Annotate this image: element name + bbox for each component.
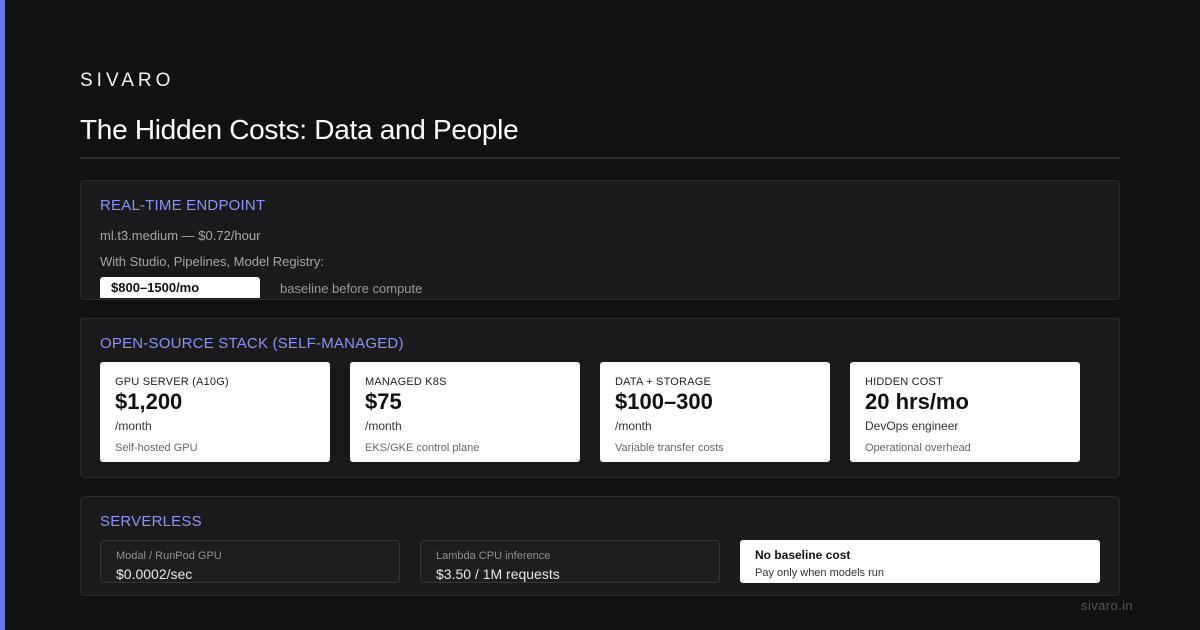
card-unit: /month [365,419,402,433]
card-value: 20 hrs/mo [865,389,969,414]
card-value: $0.0002/sec [116,566,193,582]
card-label: HIDDEN COST [865,376,943,388]
card-value: $75 [365,389,402,414]
card-note: Self-hosted GPU [115,442,198,454]
baseline-cost-pill: $800–1500/mo [100,277,260,298]
title-divider [80,157,1120,159]
card-label: MANAGED K8S [365,376,447,388]
open-source-stack-panel: OPEN-SOURCE STACK (SELF-MANAGED) GPU SER… [80,318,1120,478]
panel-heading: SERVERLESS [100,513,202,530]
serverless-card-lambda: Lambda CPU inference $3.50 / 1M requests [420,540,720,583]
panel-heading: REAL-TIME ENDPOINT [100,197,266,214]
cost-card-gpu-server: GPU SERVER (A10G) $1,200 /month Self-hos… [100,362,330,462]
instance-price-line: ml.t3.medium — $0.72/hour [100,228,261,243]
accent-bar [0,0,5,630]
card-label: DATA + STORAGE [615,376,712,388]
card-note: EKS/GKE control plane [365,442,480,454]
card-value: $1,200 [115,389,183,414]
card-subtitle: Pay only when models run [755,567,885,579]
realtime-endpoint-panel: REAL-TIME ENDPOINT ml.t3.medium — $0.72/… [80,180,1120,300]
card-value: $3.50 / 1M requests [436,566,560,582]
cost-card-data-storage: DATA + STORAGE $100–300 /month Variable … [600,362,830,462]
baseline-note: baseline before compute [280,281,423,296]
features-line: With Studio, Pipelines, Model Registry: [100,254,324,269]
card-label: Modal / RunPod GPU [116,550,222,562]
no-baseline-cost-card: No baseline cost Pay only when models ru… [740,540,1100,583]
brand-logo: SIVARO [80,70,175,91]
card-note: Variable transfer costs [615,442,724,454]
serverless-panel: SERVERLESS Modal / RunPod GPU $0.0002/se… [80,496,1120,596]
card-title: No baseline cost [755,548,851,562]
card-label: GPU SERVER (A10G) [115,376,229,388]
card-value: $100–300 [615,389,713,414]
panel-heading: OPEN-SOURCE STACK (SELF-MANAGED) [100,335,404,352]
footer-url: sivaro.in [1081,598,1134,613]
serverless-card-modal-runpod: Modal / RunPod GPU $0.0002/sec [100,540,400,583]
card-unit: /month [615,419,652,433]
cost-card-managed-k8s: MANAGED K8S $75 /month EKS/GKE control p… [350,362,580,462]
card-unit: /month [115,419,152,433]
page-title: The Hidden Costs: Data and People [80,114,519,145]
cost-card-hidden-cost: HIDDEN COST 20 hrs/mo DevOps engineer Op… [850,362,1080,462]
card-label: Lambda CPU inference [436,550,551,562]
card-unit: DevOps engineer [865,419,959,433]
card-note: Operational overhead [865,442,971,454]
